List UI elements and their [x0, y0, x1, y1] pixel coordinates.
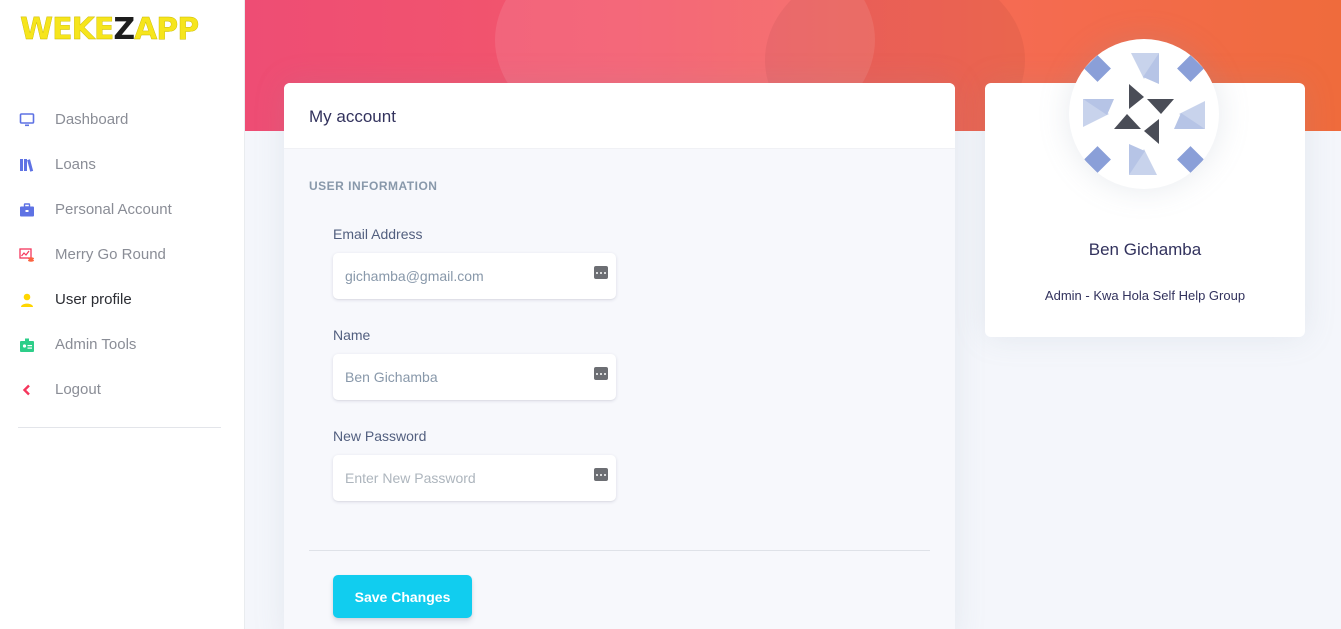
id-badge-icon: [18, 336, 36, 354]
avatar[interactable]: [1069, 39, 1219, 189]
name-field[interactable]: [333, 354, 616, 400]
name-label: Name: [333, 327, 371, 343]
sidebar-item-label: Merry Go Round: [55, 246, 166, 263]
briefcase-icon: [18, 201, 36, 219]
chart-coins-icon: [18, 246, 36, 264]
password-input-wrapper: [333, 455, 616, 501]
name-form-group: Name: [333, 327, 616, 400]
new-password-field[interactable]: [333, 455, 616, 501]
page-title: My account: [309, 107, 396, 126]
email-label: Email Address: [333, 226, 423, 242]
sidebar-item-dashboard[interactable]: Dashboard: [0, 97, 245, 142]
user-icon: [18, 291, 36, 309]
section-heading: USER INFORMATION: [309, 179, 438, 193]
books-icon: [18, 156, 36, 174]
password-manager-icon[interactable]: [594, 367, 608, 380]
sidebar-item-merry-go-round[interactable]: Merry Go Round: [0, 232, 245, 277]
card-header: My account: [284, 83, 955, 149]
avatar-pinwheel-image: [1083, 53, 1205, 175]
brand-logo[interactable]: WEKEZAPP: [20, 12, 200, 48]
monitor-icon: [18, 111, 36, 129]
sidebar-item-logout[interactable]: Logout: [0, 367, 245, 412]
brand-logo-part2: Z: [113, 12, 135, 47]
sidebar-item-user-profile[interactable]: User profile: [0, 277, 245, 322]
name-input-wrapper: [333, 354, 616, 400]
email-field[interactable]: [333, 253, 616, 299]
profile-name: Ben Gichamba: [1088, 240, 1202, 259]
save-changes-button[interactable]: Save Changes: [333, 575, 472, 618]
password-form-group: New Password: [333, 428, 616, 501]
chevron-left-icon: [18, 381, 36, 399]
sidebar-divider: [18, 427, 221, 428]
sidebar-item-admin-tools[interactable]: Admin Tools: [0, 322, 245, 367]
sidebar-item-personal-account[interactable]: Personal Account: [0, 187, 245, 232]
brand-logo-part1: WEKE: [20, 12, 115, 47]
my-account-card: My account USER INFORMATION Email Addres…: [284, 83, 955, 629]
sidebar: WEKEZAPP Dashboard Loans Personal Accoun…: [0, 0, 245, 629]
form-divider: [309, 550, 930, 551]
sidebar-item-loans[interactable]: Loans: [0, 142, 245, 187]
profile-role: Admin - Kwa Hola Self Help Group: [1044, 288, 1246, 303]
sidebar-item-label: Logout: [55, 381, 101, 398]
password-label: New Password: [333, 428, 427, 444]
email-input-wrapper: [333, 253, 616, 299]
sidebar-item-label: Admin Tools: [55, 336, 137, 353]
sidebar-item-label: Personal Account: [55, 201, 172, 218]
brand-logo-part3: APP: [134, 12, 200, 47]
email-form-group: Email Address: [333, 226, 616, 299]
sidebar-item-label: User profile: [55, 291, 132, 308]
sidebar-nav: Dashboard Loans Personal Account Merry G…: [0, 97, 245, 412]
sidebar-item-label: Loans: [55, 156, 96, 173]
sidebar-item-label: Dashboard: [55, 111, 129, 128]
password-manager-icon[interactable]: [594, 468, 608, 481]
password-manager-icon[interactable]: [594, 266, 608, 279]
